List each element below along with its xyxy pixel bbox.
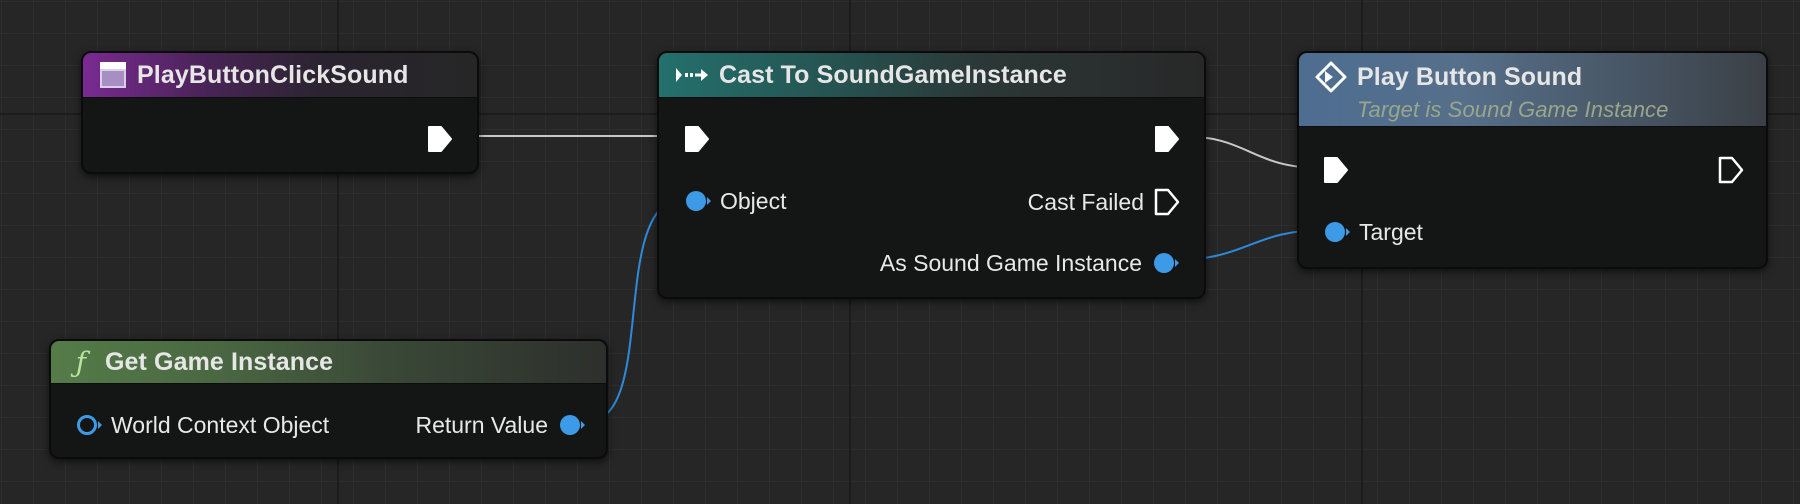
- cast-exec-in-pin[interactable]: [684, 123, 710, 155]
- exec-pin-empty-icon: [1718, 156, 1744, 184]
- cast-failed-exec-pin[interactable]: Cast Failed: [1028, 186, 1180, 218]
- cast-object-pin-label: Object: [720, 187, 787, 214]
- cast-node-sound-game-instance[interactable]: Cast To SoundGameInstance Object Cast Fa…: [657, 51, 1206, 299]
- object-pin-empty-icon: [77, 415, 102, 435]
- cast-as-instance-output-pin[interactable]: As Sound Game Instance: [880, 247, 1180, 279]
- object-pin-icon: [686, 191, 711, 211]
- play-node-header[interactable]: Play Button Sound Target is Sound Game I…: [1299, 53, 1766, 127]
- play-exec-in-pin[interactable]: [1323, 154, 1349, 186]
- get-game-instance-node[interactable]: ƒ Get Game Instance World Context Object…: [49, 339, 608, 459]
- play-node-title: Play Button Sound: [1357, 62, 1583, 91]
- return-value-output-pin[interactable]: Return Value: [415, 409, 586, 441]
- object-pin-icon: [560, 415, 585, 435]
- exec-pin-icon: [428, 126, 452, 152]
- play-target-pin-label: Target: [1359, 218, 1423, 245]
- exec-pin-icon: [1155, 126, 1179, 152]
- cast-failed-pin-label: Cast Failed: [1027, 188, 1144, 215]
- cast-exec-out-pin[interactable]: [1154, 123, 1180, 155]
- event-node-title: PlayButtonClickSound: [137, 60, 409, 89]
- play-button-sound-node[interactable]: Play Button Sound Target is Sound Game I…: [1297, 51, 1768, 269]
- cast-node-title: Cast To SoundGameInstance: [719, 60, 1067, 89]
- exec-pin-icon: [1324, 157, 1348, 183]
- event-node-play-button-click-sound[interactable]: PlayButtonClickSound: [81, 51, 479, 174]
- exec-pin-icon: [685, 126, 709, 152]
- cast-object-input-pin[interactable]: Object: [684, 185, 786, 217]
- cast-as-instance-pin-label: As Sound Game Instance: [879, 249, 1142, 276]
- get-instance-node-title: Get Game Instance: [105, 347, 334, 376]
- play-target-input-pin[interactable]: Target: [1323, 216, 1423, 248]
- play-node-subtitle: Target is Sound Game Instance: [1357, 97, 1669, 122]
- event-node-header[interactable]: PlayButtonClickSound: [83, 53, 477, 98]
- event-exec-out-pin[interactable]: [427, 123, 453, 155]
- object-pin-icon: [1154, 253, 1179, 273]
- event-window-icon: [99, 61, 127, 89]
- function-f-icon: ƒ: [75, 345, 87, 379]
- cast-node-header[interactable]: Cast To SoundGameInstance: [659, 53, 1204, 98]
- world-context-input-pin[interactable]: World Context Object: [75, 409, 329, 441]
- get-instance-node-header[interactable]: ƒ Get Game Instance: [51, 341, 606, 384]
- cast-arrows-icon: [675, 61, 709, 89]
- world-context-pin-label: World Context Object: [111, 411, 330, 438]
- object-pin-icon: [1325, 222, 1350, 242]
- call-diamond-icon: [1315, 61, 1347, 93]
- exec-pin-empty-icon: [1154, 188, 1180, 216]
- return-value-pin-label: Return Value: [415, 411, 548, 438]
- play-exec-out-pin[interactable]: [1718, 154, 1744, 186]
